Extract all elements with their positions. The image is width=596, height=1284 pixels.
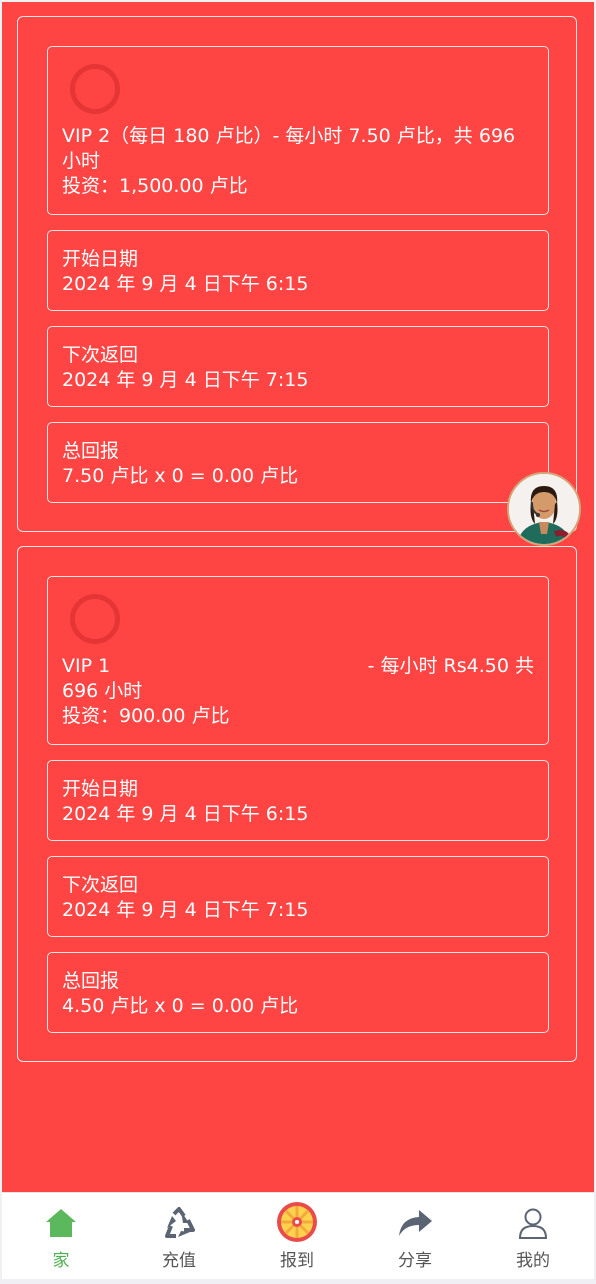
start-date-label: 开始日期 bbox=[62, 248, 139, 270]
start-date-value: 2024 年 9 月 4 日下午 6:15 bbox=[62, 273, 309, 295]
total-return-value: 7.50 卢比 x 0 = 0.00 卢比 bbox=[62, 465, 299, 487]
next-return-box: 下次返回 2024 年 9 月 4 日下午 7:15 bbox=[47, 326, 549, 407]
tab-label: 我的 bbox=[516, 1251, 550, 1271]
user-icon bbox=[518, 1208, 548, 1239]
start-date-box: 开始日期 2024 年 9 月 4 日下午 6:15 bbox=[47, 760, 549, 841]
tab-recharge[interactable]: 充值 bbox=[120, 1193, 238, 1279]
tab-share[interactable]: 分享 bbox=[356, 1193, 474, 1279]
share-arrow-icon bbox=[399, 1210, 432, 1236]
tab-label: 报到 bbox=[280, 1251, 314, 1271]
plan-card-vip1: VIP 1 - 每小时 Rs4.50 共 696 小时 投资：900.00 卢比… bbox=[17, 546, 577, 1062]
next-return-label: 下次返回 bbox=[62, 344, 139, 366]
tab-mine[interactable]: 我的 bbox=[474, 1193, 592, 1279]
plan-title-cont: 小时 bbox=[62, 150, 101, 172]
total-return-label: 总回报 bbox=[62, 440, 120, 462]
tab-checkin[interactable]: 报到 bbox=[238, 1193, 356, 1279]
recycle-icon bbox=[165, 1207, 195, 1238]
progress-ring-icon bbox=[70, 594, 120, 644]
plan-rate: - 每小时 Rs4.50 共 bbox=[367, 655, 534, 677]
next-return-value: 2024 年 9 月 4 日下午 7:15 bbox=[62, 369, 309, 391]
plan-summary: VIP 1 - 每小时 Rs4.50 共 696 小时 投资：900.00 卢比 bbox=[47, 576, 549, 745]
start-date-box: 开始日期 2024 年 9 月 4 日下午 6:15 bbox=[47, 230, 549, 311]
plan-title-cont: 696 小时 bbox=[62, 680, 143, 702]
plan-title: VIP 1 bbox=[62, 655, 111, 677]
plan-investment: 投资：900.00 卢比 bbox=[62, 705, 230, 727]
next-return-box: 下次返回 2024 年 9 月 4 日下午 7:15 bbox=[47, 856, 549, 937]
next-return-label: 下次返回 bbox=[62, 874, 139, 896]
total-return-box: 总回报 4.50 卢比 x 0 = 0.00 卢比 bbox=[47, 952, 549, 1033]
plan-card-vip2: VIP 2（每日 180 卢比）- 每小时 7.50 卢比，共 696 小时 投… bbox=[17, 16, 577, 532]
start-date-value: 2024 年 9 月 4 日下午 6:15 bbox=[62, 803, 309, 825]
start-date-label: 开始日期 bbox=[62, 778, 139, 800]
bottom-tab-bar: 家 充值 报到 分享 我的 bbox=[2, 1192, 594, 1279]
home-icon bbox=[46, 1209, 76, 1237]
support-agent-icon bbox=[509, 474, 579, 544]
app-screen: VIP 2（每日 180 卢比）- 每小时 7.50 卢比，共 696 小时 投… bbox=[2, 2, 594, 1278]
plan-investment: 投资：1,500.00 卢比 bbox=[62, 175, 248, 197]
customer-service-avatar[interactable] bbox=[507, 472, 581, 546]
tab-home[interactable]: 家 bbox=[2, 1193, 120, 1279]
plan-summary: VIP 2（每日 180 卢比）- 每小时 7.50 卢比，共 696 小时 投… bbox=[47, 46, 549, 215]
tab-label: 家 bbox=[52, 1251, 70, 1271]
tab-label: 充值 bbox=[162, 1251, 196, 1271]
next-return-value: 2024 年 9 月 4 日下午 7:15 bbox=[62, 899, 309, 921]
total-return-value: 4.50 卢比 x 0 = 0.00 卢比 bbox=[62, 995, 299, 1017]
progress-ring-icon bbox=[70, 64, 120, 114]
tab-label: 分享 bbox=[398, 1251, 432, 1271]
lucky-wheel-icon bbox=[277, 1202, 317, 1242]
plan-title: VIP 2（每日 180 卢比）- 每小时 7.50 卢比，共 696 bbox=[62, 125, 516, 147]
total-return-box: 总回报 7.50 卢比 x 0 = 0.00 卢比 bbox=[47, 422, 549, 503]
total-return-label: 总回报 bbox=[62, 970, 120, 992]
